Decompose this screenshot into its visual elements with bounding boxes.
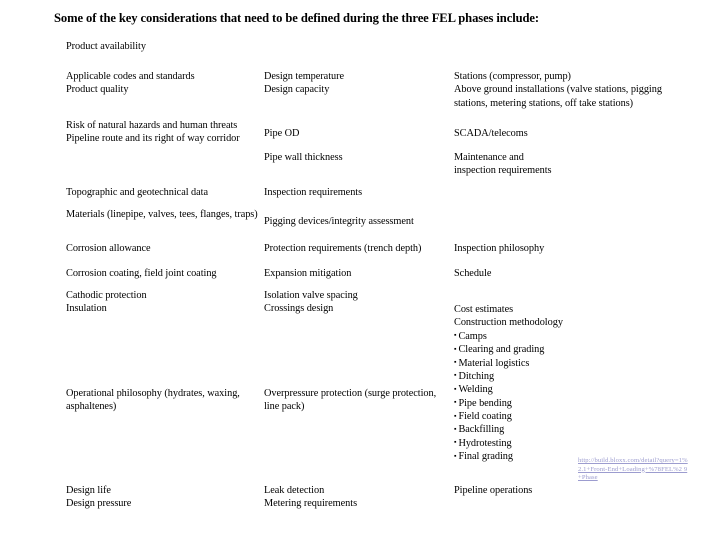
cell-line: Stations (compressor, pump) bbox=[454, 71, 571, 82]
cell-line: Cost estimates bbox=[454, 304, 514, 315]
bullet-list-item: ▪ Camps bbox=[454, 330, 669, 343]
cell-line: Design pressure bbox=[66, 498, 132, 510]
table-cell: Pigging devices/integrity assessment bbox=[264, 215, 454, 228]
table-cell: Protection requirements (trench depth) bbox=[264, 242, 454, 255]
table-row: Pipe wall thickness Maintenance and inspe… bbox=[66, 151, 676, 178]
bullet-list-item: ▪ Ditching bbox=[454, 370, 669, 383]
table-cell: Operational philosophy (hydrates, waxing… bbox=[66, 387, 264, 414]
cell-line: Schedule bbox=[454, 268, 492, 279]
table-row: Topographic and geotechnical data Inspect… bbox=[66, 186, 676, 199]
page-title: Some of the key considerations that need… bbox=[54, 11, 539, 25]
bullet-item-label: Hydrotesting bbox=[458, 437, 512, 449]
table-row: Corrosion coating, field joint coating Ex… bbox=[66, 267, 676, 280]
cell-line: Leak detection bbox=[264, 485, 325, 496]
cell-line: Inspection requirements bbox=[264, 187, 363, 198]
bullet-item-label: Camps bbox=[458, 330, 487, 342]
considerations-table: Product availability Applicable codes and… bbox=[66, 40, 676, 520]
table-cell: Corrosion coating, field joint coating bbox=[66, 267, 264, 280]
bullet-item-label: Clearing and grading bbox=[458, 344, 545, 356]
table-cell: Expansion mitigation bbox=[264, 267, 454, 280]
table-cell: Overpressure protection (surge protectio… bbox=[264, 387, 454, 414]
cell-line: Operational philosophy (hydrates, waxing… bbox=[66, 388, 240, 413]
table-row: Design life Design pressure Leak detection… bbox=[66, 484, 676, 511]
cell-line: Pigging devices/integrity assessment bbox=[264, 216, 414, 227]
table-cell: Design temperature Design capacity bbox=[264, 70, 454, 97]
table-row: Applicable codes and standards Product qu… bbox=[66, 70, 676, 110]
cell-line: SCADA/telecoms bbox=[454, 128, 528, 139]
bullet-marker-icon: ▪ bbox=[454, 438, 457, 447]
table-cell: Design life Design pressure bbox=[66, 484, 264, 511]
cell-line: Metering requirements bbox=[264, 498, 358, 510]
table-cell: Pipe wall thickness bbox=[264, 151, 454, 164]
bullet-item-label: Ditching bbox=[458, 370, 495, 382]
cell-line: inspection requirements bbox=[454, 165, 552, 177]
cell-line: Design capacity bbox=[264, 84, 330, 96]
table-cell: SCADA/telecoms bbox=[454, 127, 669, 140]
cell-line: Expansion mitigation bbox=[264, 268, 352, 279]
cell-line: Topographic and geotechnical data bbox=[66, 187, 209, 198]
slide-canvas: Some of the key considerations that need… bbox=[0, 0, 720, 540]
cell-line: Corrosion coating, field joint coating bbox=[66, 268, 217, 279]
cell-line: Pipe wall thickness bbox=[264, 152, 343, 163]
table-cell: Schedule bbox=[454, 267, 669, 280]
table-row: Cost estimates Construction methodology ▪ C… bbox=[66, 303, 676, 464]
cell-line: Construction methodology bbox=[454, 317, 563, 329]
bullet-marker-icon: ▪ bbox=[454, 331, 457, 340]
bullet-list-item: ▪ Backfilling bbox=[454, 423, 669, 436]
table-cell: Leak detection Metering requirements bbox=[264, 484, 454, 511]
table-cell: Cost estimates Construction methodology ▪ C… bbox=[454, 303, 669, 464]
cell-line: Applicable codes and standards bbox=[66, 71, 195, 82]
cell-line: Pipeline operations bbox=[454, 485, 533, 496]
table-cell: Product availability bbox=[66, 40, 264, 53]
table-cell: Pipe OD bbox=[264, 127, 454, 140]
cell-line: Product quality bbox=[66, 84, 129, 96]
table-cell: Inspection requirements bbox=[264, 186, 454, 199]
table-row: Operational philosophy (hydrates, waxing… bbox=[66, 387, 676, 414]
table-cell: Corrosion allowance bbox=[66, 242, 264, 255]
table-row: Corrosion allowance Protection requiremen… bbox=[66, 242, 676, 255]
table-row: Product availability bbox=[66, 40, 676, 53]
table-cell: Stations (compressor, pump) Above ground … bbox=[454, 70, 669, 110]
bullet-marker-icon: ▪ bbox=[454, 358, 457, 366]
bullet-marker-icon: ▪ bbox=[454, 344, 457, 353]
bullet-list-item: ▪ Clearing and grading bbox=[454, 343, 669, 356]
bullet-marker-icon: ▪ bbox=[454, 424, 457, 433]
cell-line: Inspection philosophy bbox=[454, 243, 545, 254]
cell-line: Design temperature bbox=[264, 71, 345, 82]
cell-line: Isolation valve spacing bbox=[264, 290, 358, 301]
cell-line: Maintenance and bbox=[454, 152, 524, 163]
cell-line: Product availability bbox=[66, 41, 146, 52]
cell-line: Overpressure protection (surge protectio… bbox=[264, 388, 437, 413]
bullet-item-label: Material logistics bbox=[458, 357, 530, 369]
bullet-marker-icon: ▪ bbox=[454, 451, 457, 460]
source-link[interactable]: http://build.bloxx.com/detail?query=1%2.… bbox=[578, 457, 690, 483]
table-cell: Pipeline operations bbox=[454, 484, 669, 497]
cell-line: Design life bbox=[66, 485, 111, 496]
bullet-list-item: ▪ Hydrotesting bbox=[454, 437, 669, 450]
table-row: Pipe OD SCADA/telecoms bbox=[66, 127, 676, 140]
bullet-item-label: Backfilling bbox=[458, 424, 505, 436]
bullet-marker-icon: ▪ bbox=[454, 371, 457, 380]
cell-line: Above ground installations (valve statio… bbox=[454, 84, 662, 109]
bullet-item-label: Final grading bbox=[458, 451, 513, 463]
table-cell: Topographic and geotechnical data bbox=[66, 186, 264, 199]
table-row: Pigging devices/integrity assessment bbox=[66, 215, 676, 228]
cell-line: Pipe OD bbox=[264, 128, 300, 139]
cell-line: Cathodic protection bbox=[66, 290, 147, 301]
table-cell: Maintenance and inspection requirements bbox=[454, 151, 669, 178]
cell-line: Corrosion allowance bbox=[66, 243, 151, 254]
cell-line: Protection requirements (trench depth) bbox=[264, 243, 422, 254]
bullet-list-item: ▪ Material logistics bbox=[454, 357, 669, 370]
table-cell: Inspection philosophy bbox=[454, 242, 669, 255]
table-cell: Applicable codes and standards Product qu… bbox=[66, 70, 264, 97]
